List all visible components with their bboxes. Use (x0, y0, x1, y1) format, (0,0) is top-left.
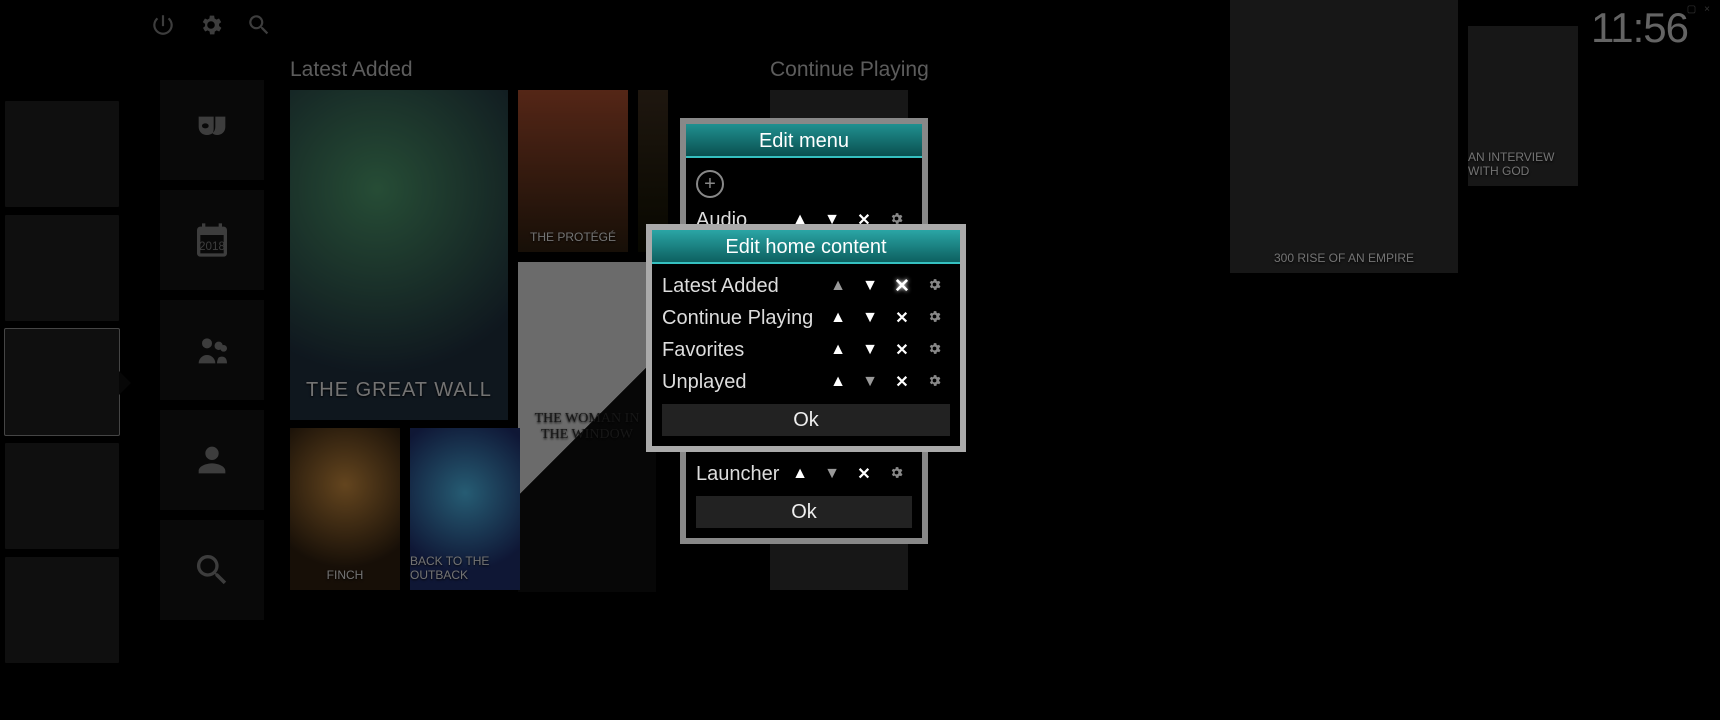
delete-icon[interactable]: ✕ (886, 275, 918, 298)
delete-icon[interactable]: ✕ (886, 372, 918, 392)
edit-menu-row-launcher: Launcher ▲ ▼ ✕ (696, 458, 912, 490)
move-down-icon[interactable]: ▼ (854, 341, 886, 359)
modal-edit-home-title: Edit home content (652, 230, 960, 264)
gear-icon[interactable] (918, 277, 950, 295)
delete-icon[interactable]: ✕ (886, 340, 918, 360)
gear-icon[interactable] (918, 309, 950, 327)
gear-icon[interactable] (918, 341, 950, 359)
move-up-icon[interactable]: ▲ (822, 277, 854, 295)
edit-home-ok-button[interactable]: Ok (662, 404, 950, 436)
edit-menu-ok-button[interactable]: Ok (696, 496, 912, 528)
edit-menu-add-row: + (696, 164, 912, 204)
edit-home-row-favorites: Favorites ▲ ▼ ✕ (662, 334, 950, 366)
delete-icon[interactable]: ✕ (848, 464, 880, 484)
edit-home-row-continue: Continue Playing ▲ ▼ ✕ (662, 302, 950, 334)
move-down-icon[interactable]: ▼ (816, 465, 848, 483)
move-down-icon[interactable]: ▼ (854, 373, 886, 391)
edit-home-row-latest: Latest Added ▲ ▼ ✕ (662, 270, 950, 302)
move-up-icon[interactable]: ▲ (784, 465, 816, 483)
gear-icon[interactable] (880, 465, 912, 483)
delete-icon[interactable]: ✕ (886, 308, 918, 328)
move-down-icon[interactable]: ▼ (854, 309, 886, 327)
move-up-icon[interactable]: ▲ (822, 309, 854, 327)
move-up-icon[interactable]: ▲ (822, 341, 854, 359)
move-down-icon[interactable]: ▼ (854, 277, 886, 295)
modal-edit-home-content: Edit home content Latest Added ▲ ▼ ✕ Con… (646, 224, 966, 452)
gear-icon[interactable] (918, 373, 950, 391)
move-up-icon[interactable]: ▲ (822, 373, 854, 391)
add-menu-item-button[interactable]: + (696, 170, 724, 198)
modal-edit-menu-title: Edit menu (686, 124, 922, 158)
edit-home-row-unplayed: Unplayed ▲ ▼ ✕ (662, 366, 950, 398)
